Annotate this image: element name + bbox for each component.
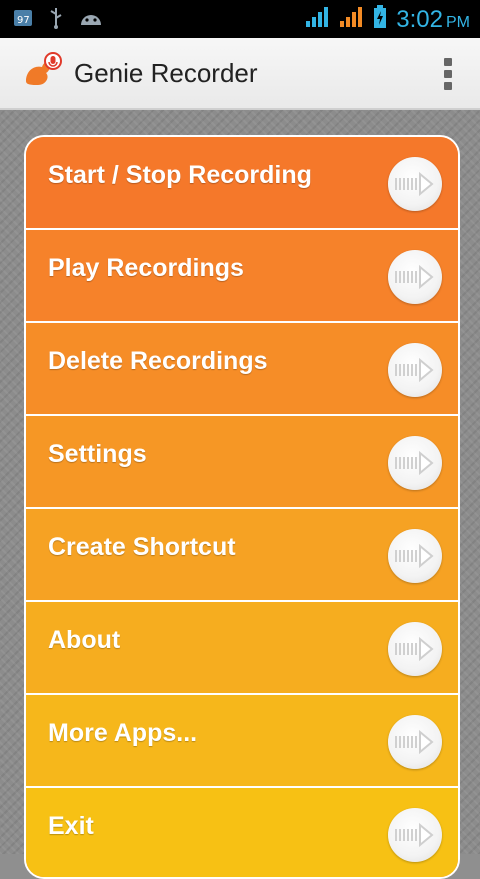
menu-item-exit[interactable]: Exit [26, 788, 458, 877]
overflow-menu-icon[interactable] [442, 58, 454, 90]
usb-icon [48, 6, 64, 35]
menu-item-label: Play Recordings [48, 254, 244, 282]
microphone-logo-icon[interactable] [20, 51, 64, 95]
action-bar: Genie Recorder [0, 38, 480, 110]
arrow-right-icon[interactable] [388, 622, 442, 676]
status-bar: 97 3:02 PM [0, 0, 480, 38]
menu-item-label: About [48, 626, 121, 654]
arrow-right-icon[interactable] [388, 436, 442, 490]
menu-item-play-recordings[interactable]: Play Recordings [26, 230, 458, 323]
signal-icon-2 [338, 5, 364, 34]
svg-text:97: 97 [17, 15, 30, 26]
menu-item-more-apps[interactable]: More Apps... [26, 695, 458, 788]
arrow-right-icon[interactable] [388, 250, 442, 304]
menu-item-delete-recordings[interactable]: Delete Recordings [26, 323, 458, 416]
menu-item-settings[interactable]: Settings [26, 416, 458, 509]
arrow-right-icon[interactable] [388, 343, 442, 397]
arrow-right-icon[interactable] [388, 157, 442, 211]
app-title: Genie Recorder [74, 58, 258, 88]
battery-icon [372, 4, 388, 35]
android-icon [78, 7, 104, 34]
menu-item-label: Create Shortcut [48, 533, 236, 561]
notification-icon: 97 [12, 6, 34, 35]
main-menu: Start / Stop Recording Play Recordings Del… [24, 135, 460, 879]
clock: 3:02 PM [396, 5, 470, 33]
menu-item-label: Settings [48, 440, 147, 468]
menu-item-label: More Apps... [48, 719, 198, 747]
menu-item-start-stop-recording[interactable]: Start / Stop Recording [26, 137, 458, 230]
menu-item-label: Start / Stop Recording [48, 161, 312, 189]
menu-item-create-shortcut[interactable]: Create Shortcut [26, 509, 458, 602]
signal-icon [304, 5, 330, 34]
menu-item-label: Exit [48, 812, 94, 840]
menu-item-about[interactable]: About [26, 602, 458, 695]
menu-item-label: Delete Recordings [48, 347, 268, 375]
arrow-right-icon[interactable] [388, 529, 442, 583]
arrow-right-icon[interactable] [388, 715, 442, 769]
